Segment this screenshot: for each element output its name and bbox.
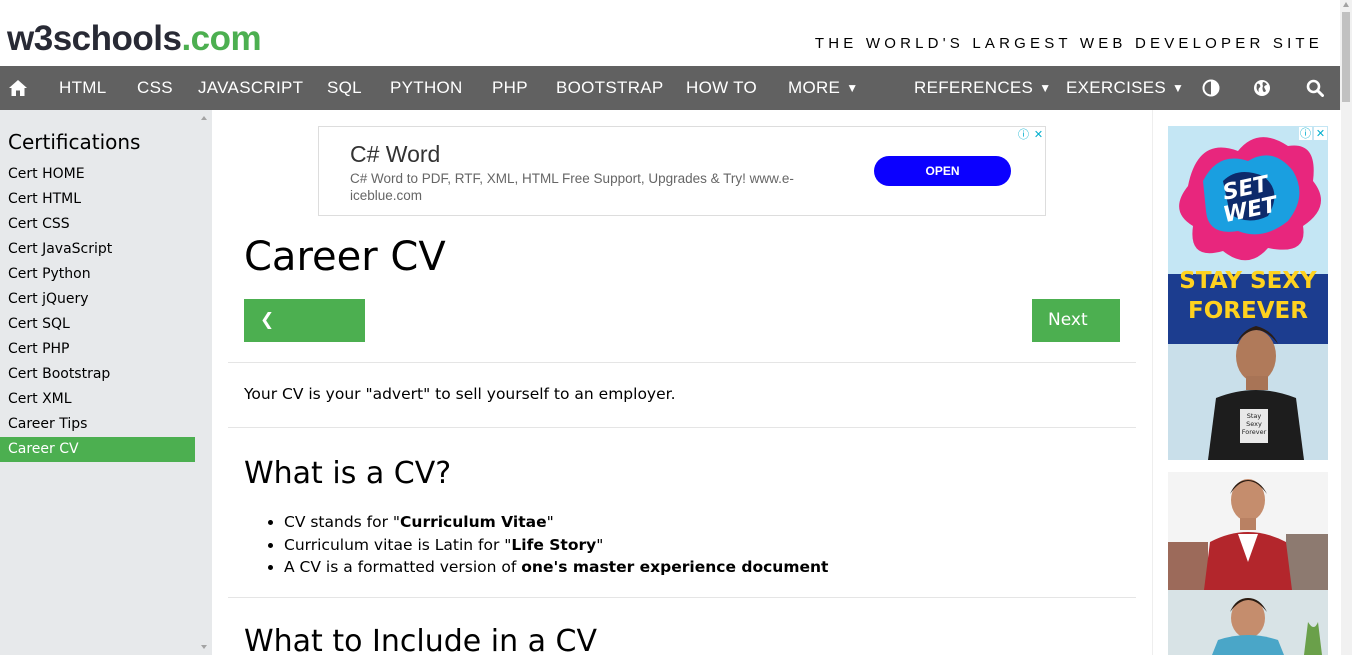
adchoices[interactable]: ⓘ ✕	[1017, 128, 1045, 141]
bullet-after: "	[546, 513, 554, 531]
sidebar-list: Cert HOME Cert HTML Cert CSS Cert JavaSc…	[0, 162, 195, 462]
page-scrollbar[interactable]	[1340, 0, 1352, 655]
caret-down-icon: ▼	[1039, 81, 1052, 95]
sidebar-item-cert-jquery[interactable]: Cert jQuery	[0, 287, 195, 312]
ad-shirt-text: Stay Sexy Forever	[1241, 412, 1267, 436]
nav-references-dropdown[interactable]: REFERENCES ▼	[914, 66, 1051, 110]
sidebar-item-cert-css[interactable]: Cert CSS	[0, 212, 195, 237]
ad-slogan-line2: FOREVER	[1188, 298, 1308, 324]
sidebar-item-career-tips[interactable]: Career Tips	[0, 412, 195, 437]
contrast-icon[interactable]	[1198, 66, 1224, 110]
sidebar-scrollbar[interactable]	[198, 110, 210, 655]
bullet-bold: Life Story	[511, 535, 597, 554]
scroll-down-arrow-icon[interactable]	[201, 645, 207, 649]
nav-html[interactable]: HTML	[59, 66, 106, 110]
list-item: Curriculum vitae is Latin for "Life Stor…	[244, 534, 828, 557]
divider	[228, 427, 1136, 428]
ad-banner[interactable]: ⓘ ✕ C# Word C# Word to PDF, RTF, XML, HTM…	[318, 126, 1046, 216]
home-icon[interactable]	[0, 66, 36, 110]
info-icon[interactable]: ⓘ	[1017, 128, 1030, 141]
sidebar-item-cert-bootstrap[interactable]: Cert Bootstrap	[0, 362, 195, 387]
ad-open-button[interactable]: OPEN	[874, 156, 1011, 186]
bullet-text: Curriculum vitae is Latin for "	[284, 535, 512, 554]
right-ad-column: SET WET STAY SEXY FOREVER Stay Sexy Fore…	[1152, 110, 1341, 655]
bullet-after: "	[596, 535, 604, 554]
nav-bootstrap[interactable]: BOOTSTRAP	[556, 66, 664, 110]
bullet-text: A CV is a formatted version of	[284, 558, 522, 576]
nav-php[interactable]: PHP	[492, 66, 528, 110]
list-item: A CV is a formatted version of one's mas…	[244, 556, 828, 579]
search-icon[interactable]	[1302, 66, 1328, 110]
sidebar-item-cert-sql[interactable]: Cert SQL	[0, 312, 195, 337]
sidebar: Certifications Cert HOME Cert HTML Cert …	[0, 110, 212, 655]
ad-set-wet[interactable]: SET WET STAY SEXY FOREVER Stay Sexy Fore…	[1168, 126, 1328, 460]
sidebar-item-career-cv[interactable]: Career CV	[0, 437, 195, 462]
bullet-bold: Curriculum Vitae	[400, 513, 547, 531]
top-header: w3schools.com THE WORLD'S LARGEST WEB DE…	[0, 0, 1340, 66]
section-heading-what-is-cv: What is a CV?	[244, 456, 452, 491]
scroll-up-arrow-icon[interactable]	[1343, 2, 1349, 7]
page-title: Career CV	[244, 234, 446, 280]
scroll-up-arrow-icon[interactable]	[201, 116, 207, 120]
close-icon[interactable]: ✕	[1032, 128, 1045, 141]
main-navbar: HTML CSS JAVASCRIPT SQL PYTHON PHP BOOTS…	[0, 66, 1340, 110]
nav-exercises-label: EXERCISES	[1066, 78, 1167, 97]
ad-slogan-line1: STAY SEXY	[1179, 268, 1317, 294]
ad-fashion-models[interactable]	[1168, 472, 1328, 655]
nav-exercises-dropdown[interactable]: EXERCISES ▼	[1066, 66, 1184, 110]
sidebar-item-cert-home[interactable]: Cert HOME	[0, 162, 195, 187]
site-logo[interactable]: w3schools.com	[7, 18, 262, 60]
list-item: CV stands for "Curriculum Vitae"	[244, 511, 828, 534]
nav-more-label: MORE	[788, 78, 841, 97]
logo-main-text: w3schools	[7, 19, 182, 58]
adchoices[interactable]: ⓘ ✕	[1299, 127, 1327, 140]
logo-suffix-text: .com	[181, 19, 262, 58]
sidebar-item-cert-php[interactable]: Cert PHP	[0, 337, 195, 362]
previous-button[interactable]: ❮ Previous	[244, 299, 365, 373]
divider	[228, 597, 1136, 598]
info-icon[interactable]: ⓘ	[1299, 127, 1312, 140]
caret-down-icon: ▼	[846, 81, 859, 95]
ad-fashion-artwork	[1168, 472, 1328, 655]
sidebar-heading: Certifications	[8, 130, 141, 154]
nav-sql[interactable]: SQL	[327, 66, 362, 110]
globe-icon[interactable]	[1249, 66, 1275, 110]
bullet-bold: one's master experience document	[521, 558, 829, 576]
caret-down-icon: ▼	[1172, 81, 1185, 95]
site-tagline: THE WORLD'S LARGEST WEB DEVELOPER SITE	[814, 35, 1323, 52]
next-button[interactable]: Next ❯	[1032, 299, 1120, 373]
nav-more-dropdown[interactable]: MORE ▼	[788, 66, 858, 110]
nav-howto[interactable]: HOW TO	[686, 66, 757, 110]
scrollbar-thumb[interactable]	[1342, 12, 1350, 102]
section-heading-what-to-include: What to Include in a CV	[244, 624, 598, 659]
cv-bullet-list: CV stands for "Curriculum Vitae" Curricu…	[244, 511, 828, 579]
nav-css[interactable]: CSS	[137, 66, 173, 110]
ad-text[interactable]: C# Word to PDF, RTF, XML, HTML Free Supp…	[350, 170, 800, 204]
sidebar-item-cert-html[interactable]: Cert HTML	[0, 187, 195, 212]
main-content: ⓘ ✕ C# Word C# Word to PDF, RTF, XML, HTM…	[212, 110, 1152, 659]
ad-title[interactable]: C# Word	[350, 141, 440, 168]
sidebar-item-cert-python[interactable]: Cert Python	[0, 262, 195, 287]
divider	[228, 362, 1136, 363]
close-icon[interactable]: ✕	[1314, 127, 1327, 140]
nav-javascript[interactable]: JAVASCRIPT	[198, 66, 303, 110]
sidebar-item-cert-javascript[interactable]: Cert JavaScript	[0, 237, 195, 262]
nav-references-label: REFERENCES	[914, 78, 1034, 97]
intro-text: Your CV is your "advert" to sell yoursel…	[244, 385, 676, 403]
sidebar-item-cert-xml[interactable]: Cert XML	[0, 387, 195, 412]
nav-python[interactable]: PYTHON	[390, 66, 463, 110]
bullet-text: CV stands for "	[284, 513, 401, 531]
